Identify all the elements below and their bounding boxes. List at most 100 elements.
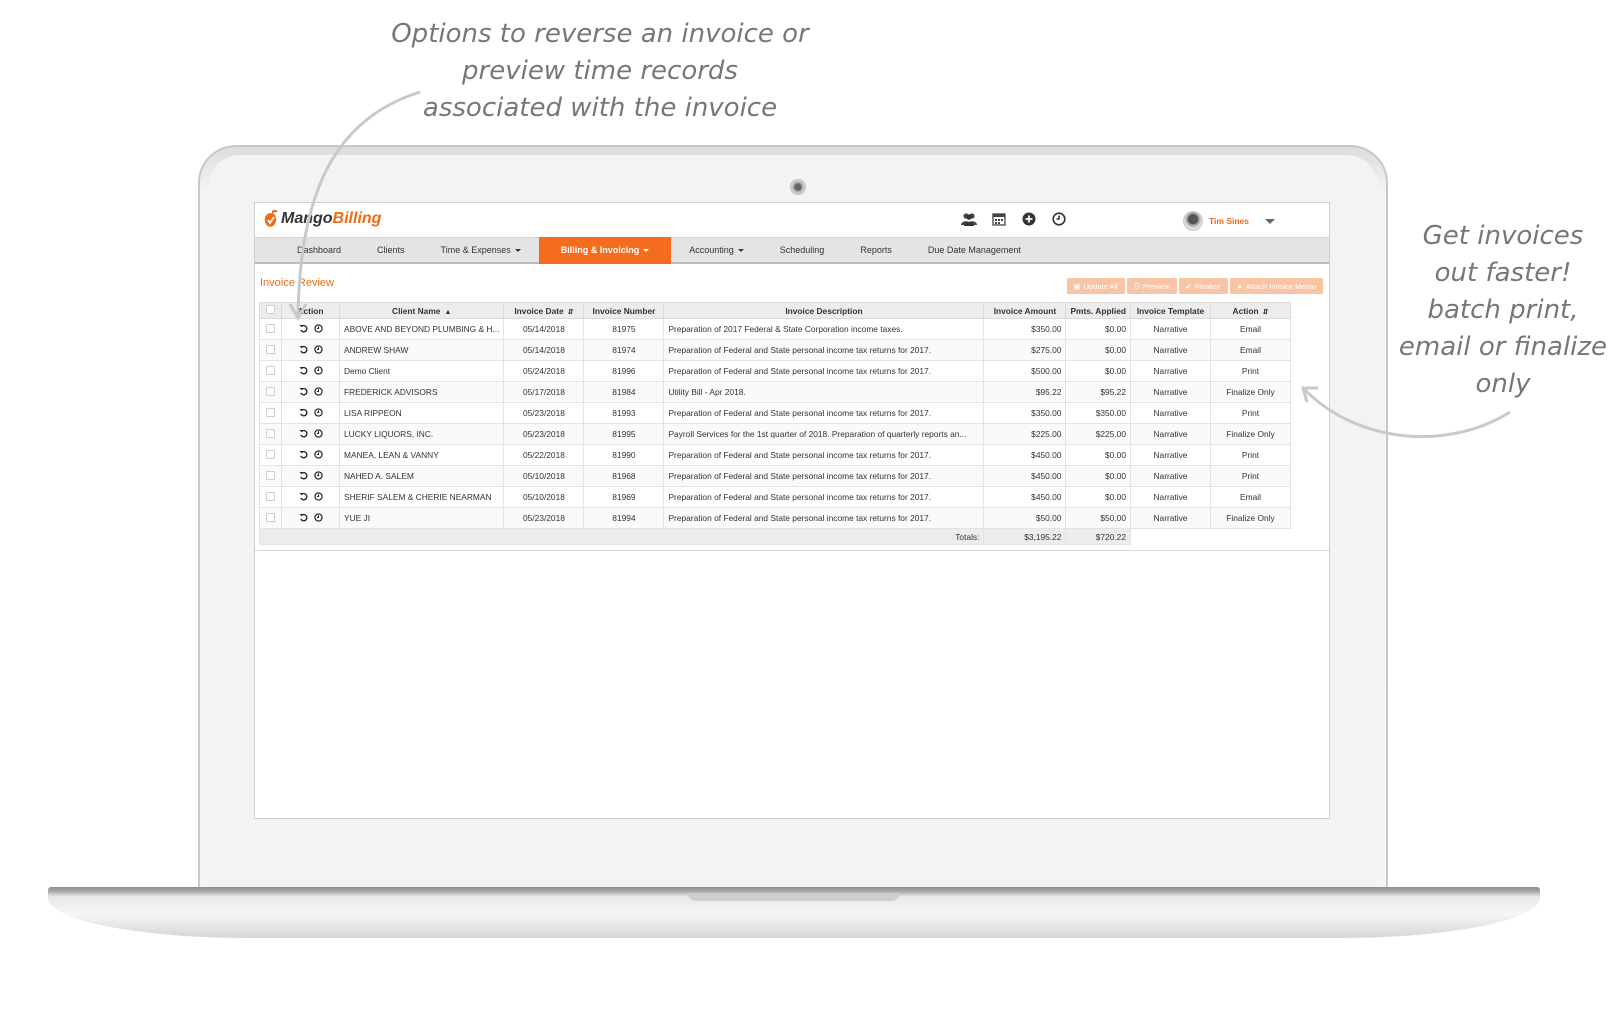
- calendar-icon[interactable]: [990, 211, 1008, 227]
- invoice-template[interactable]: Narrative: [1129, 486, 1211, 508]
- preview-time-icon[interactable]: [313, 470, 323, 480]
- row-checkbox[interactable]: [266, 407, 275, 417]
- client-name[interactable]: SHERIF SALEM & CHERIE NEARMAN: [338, 486, 505, 508]
- update-all-button[interactable]: ▣ Update All: [1066, 278, 1125, 294]
- invoice-template[interactable]: Narrative: [1129, 444, 1211, 466]
- invoice-template[interactable]: Narrative: [1129, 402, 1211, 424]
- plus-circle-icon[interactable]: [1020, 211, 1038, 227]
- table-row[interactable]: FREDERICK ADVISORS 05/17/2018 81984 Utility…: [259, 381, 1291, 403]
- preview-time-icon[interactable]: [313, 428, 323, 438]
- invoice-action[interactable]: Print: [1209, 465, 1291, 487]
- row-checkbox[interactable]: [266, 323, 275, 333]
- table-row[interactable]: LUCKY LIQUORS, INC. 05/23/2018 81995 Payrol…: [259, 423, 1291, 445]
- invoice-action[interactable]: Email: [1209, 339, 1291, 361]
- client-name[interactable]: Demo Client: [338, 360, 505, 382]
- invoice-action[interactable]: Email: [1209, 318, 1291, 340]
- reverse-icon[interactable]: [298, 387, 308, 396]
- invoice-action[interactable]: Print: [1209, 360, 1291, 382]
- invoice-template[interactable]: Narrative: [1129, 318, 1211, 340]
- table-row[interactable]: ANDREW SHAW 05/14/2018 81974 Preparation of…: [259, 339, 1291, 361]
- row-checkbox[interactable]: [266, 428, 275, 438]
- select-all-checkbox[interactable]: [266, 305, 275, 314]
- header-action-select[interactable]: Action ⇵: [1209, 302, 1291, 319]
- client-name[interactable]: ANDREW SHAW: [338, 339, 505, 361]
- reverse-icon[interactable]: [298, 450, 308, 459]
- preview-button[interactable]: ⎙ Preview: [1126, 278, 1177, 294]
- invoice-template[interactable]: Narrative: [1129, 339, 1211, 361]
- invoice-date: 05/23/2018: [503, 507, 585, 529]
- panel-divider: [255, 550, 1329, 551]
- nav-billing-invoicing[interactable]: Billing & Invoicing: [538, 236, 672, 264]
- row-checkbox[interactable]: [266, 365, 275, 375]
- row-checkbox[interactable]: [266, 344, 275, 354]
- client-name[interactable]: LUCKY LIQUORS, INC.: [338, 423, 505, 445]
- client-name[interactable]: YUE JI: [338, 507, 505, 529]
- header-pmts-applied[interactable]: Pmts. Applied: [1065, 302, 1131, 319]
- row-checkbox[interactable]: [266, 491, 275, 501]
- nav-accounting[interactable]: Accounting: [671, 237, 762, 264]
- invoice-template[interactable]: Narrative: [1129, 465, 1211, 487]
- preview-time-icon[interactable]: [313, 491, 323, 501]
- reverse-icon[interactable]: [298, 513, 308, 522]
- invoice-action[interactable]: Email: [1209, 486, 1291, 508]
- invoice-action[interactable]: Finalize Only: [1209, 381, 1291, 403]
- client-name[interactable]: ABOVE AND BEYOND PLUMBING & H...: [338, 318, 505, 340]
- reverse-icon[interactable]: [298, 345, 308, 354]
- header-invoice-number[interactable]: Invoice Number: [583, 302, 665, 319]
- invoice-template[interactable]: Narrative: [1129, 360, 1211, 382]
- table-row[interactable]: SHERIF SALEM & CHERIE NEARMAN 05/10/2018 8…: [259, 486, 1291, 508]
- invoice-action[interactable]: Finalize Only: [1209, 507, 1291, 529]
- reverse-icon[interactable]: [298, 471, 308, 480]
- nav-clients[interactable]: Clients: [359, 237, 423, 264]
- chevron-down-icon[interactable]: [1265, 218, 1275, 224]
- preview-time-icon[interactable]: [313, 407, 323, 417]
- table-row[interactable]: ABOVE AND BEYOND PLUMBING & H... 05/14/20…: [259, 318, 1291, 340]
- nav-dashboard[interactable]: Dashboard: [279, 237, 359, 264]
- header-client-name[interactable]: Client Name ▲: [338, 302, 505, 319]
- preview-time-icon[interactable]: [313, 449, 323, 459]
- client-name[interactable]: MANEA, LEAN & VANNY: [338, 444, 505, 466]
- header-invoice-amount[interactable]: Invoice Amount: [983, 302, 1067, 319]
- clock-icon[interactable]: [1050, 211, 1068, 227]
- client-name[interactable]: NAHED A. SALEM: [338, 465, 505, 487]
- invoice-template[interactable]: Narrative: [1129, 381, 1211, 403]
- reverse-icon[interactable]: [298, 408, 308, 417]
- user-menu[interactable]: Tim Sines: [1183, 211, 1275, 231]
- row-checkbox[interactable]: [266, 470, 275, 480]
- table-row[interactable]: Demo Client 05/24/2018 81996 Preparation of…: [259, 360, 1291, 382]
- nav-scheduling[interactable]: Scheduling: [762, 237, 843, 264]
- users-icon[interactable]: [960, 211, 978, 227]
- attach-invoice-memo-button[interactable]: ➤ Attach Invoice Memo: [1229, 278, 1323, 294]
- row-checkbox[interactable]: [266, 449, 275, 459]
- preview-time-icon[interactable]: [313, 323, 323, 333]
- invoice-action[interactable]: Finalize Only: [1209, 423, 1291, 445]
- header-invoice-template[interactable]: Invoice Template: [1129, 302, 1211, 319]
- nav-time-expenses[interactable]: Time & Expenses: [423, 237, 539, 264]
- invoice-action[interactable]: Print: [1209, 402, 1291, 424]
- preview-time-icon[interactable]: [313, 386, 323, 396]
- header-invoice-date[interactable]: Invoice Date ⇵: [503, 302, 585, 319]
- row-checkbox[interactable]: [266, 386, 275, 396]
- nav-reports[interactable]: Reports: [842, 237, 910, 264]
- client-name[interactable]: FREDERICK ADVISORS: [338, 381, 505, 403]
- preview-time-icon[interactable]: [313, 344, 323, 354]
- reverse-icon[interactable]: [298, 366, 308, 375]
- nav-due-date-management[interactable]: Due Date Management: [910, 237, 1039, 264]
- table-row[interactable]: NAHED A. SALEM 05/10/2018 81968 Preparation…: [259, 465, 1291, 487]
- reverse-icon[interactable]: [298, 492, 308, 501]
- preview-time-icon[interactable]: [313, 512, 323, 522]
- table-row[interactable]: LISA RIPPEON 05/23/2018 81993 Preparation o…: [259, 402, 1291, 424]
- mangobilling-logo[interactable]: Mango Billing: [263, 209, 381, 229]
- header-invoice-description[interactable]: Invoice Description: [663, 302, 985, 319]
- invoice-action[interactable]: Print: [1209, 444, 1291, 466]
- preview-time-icon[interactable]: [313, 365, 323, 375]
- table-row[interactable]: YUE JI 05/23/2018 81994 Preparation of Fede…: [259, 507, 1291, 529]
- row-checkbox[interactable]: [266, 512, 275, 522]
- invoice-template[interactable]: Narrative: [1129, 507, 1211, 529]
- table-row[interactable]: MANEA, LEAN & VANNY 05/22/2018 81990 Prepar…: [259, 444, 1291, 466]
- finalize-button[interactable]: ✔ Finalize: [1178, 278, 1228, 294]
- reverse-icon[interactable]: [298, 324, 308, 333]
- reverse-icon[interactable]: [298, 429, 308, 438]
- invoice-template[interactable]: Narrative: [1129, 423, 1211, 445]
- client-name[interactable]: LISA RIPPEON: [338, 402, 505, 424]
